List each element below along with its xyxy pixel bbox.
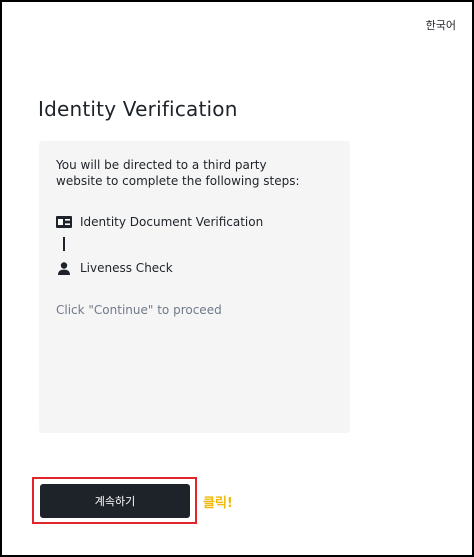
person-icon [56, 260, 72, 276]
step-liveness-check: Liveness Check [56, 260, 173, 276]
steps-info-panel: You will be directed to a third party we… [39, 141, 350, 433]
language-selector[interactable]: 한국어 [426, 17, 456, 33]
id-card-icon [56, 214, 72, 230]
step-label: Liveness Check [80, 261, 173, 275]
intro-text: You will be directed to a third party we… [56, 158, 300, 188]
proceed-hint: Click "Continue" to proceed [56, 303, 222, 317]
page-frame: 한국어 Identity Verification You will be di… [0, 0, 474, 557]
step-identity-document: Identity Document Verification [56, 214, 263, 230]
step-connector [63, 237, 65, 251]
page-title: Identity Verification [38, 97, 238, 121]
step-label: Identity Document Verification [80, 215, 264, 229]
continue-button[interactable]: 계속하기 [40, 484, 190, 518]
click-annotation: 클릭! [203, 496, 233, 511]
